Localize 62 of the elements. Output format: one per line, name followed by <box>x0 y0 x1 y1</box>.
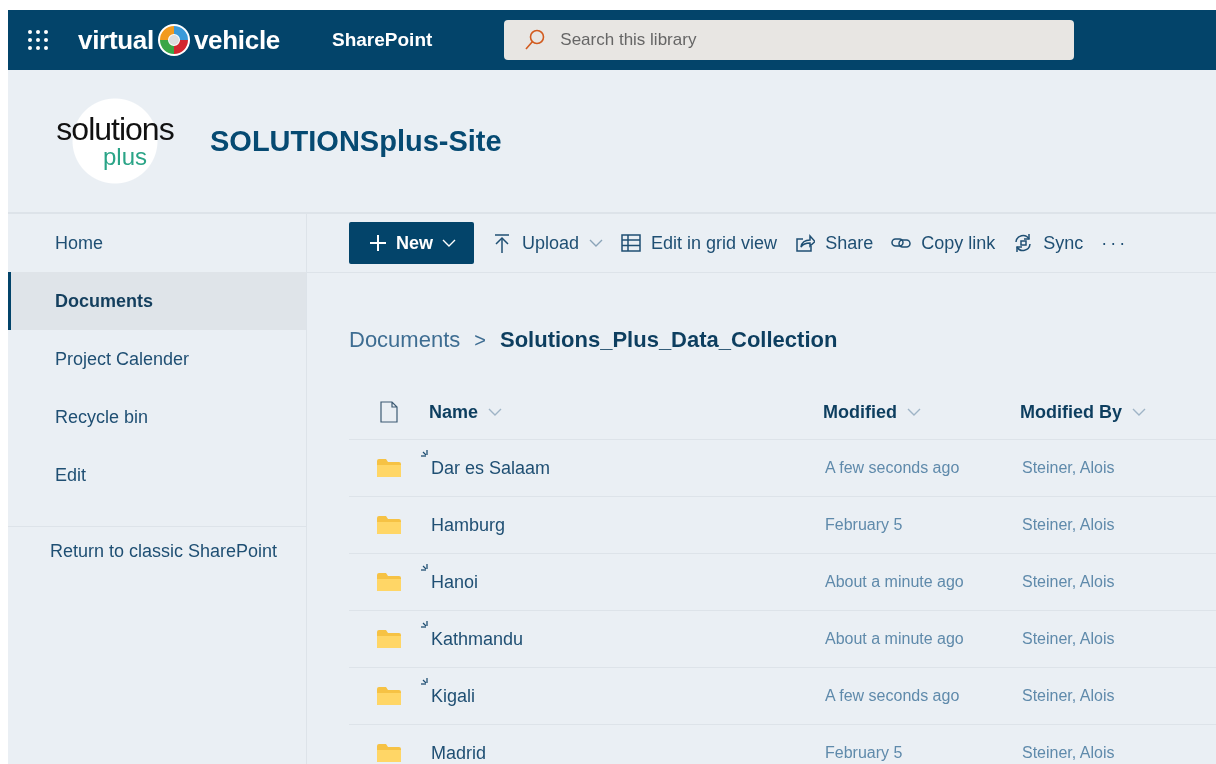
chevron-down-icon <box>442 239 456 247</box>
modified-date: February 5 <box>825 744 903 761</box>
nav-item[interactable]: Documents <box>8 272 306 330</box>
modified-date: About a minute ago <box>825 630 964 647</box>
sync-icon <box>1013 233 1034 253</box>
brand-name[interactable]: virtual <box>78 24 154 56</box>
search-icon <box>524 29 547 51</box>
sync-button[interactable]: Sync <box>1013 232 1084 254</box>
site-title[interactable]: SOLUTIONSplus-Site <box>210 124 502 158</box>
column-header[interactable]: Modified <box>823 401 921 423</box>
folder-name-link[interactable]: Dar es Salaam <box>431 457 551 478</box>
chevron-down-icon <box>488 408 503 416</box>
grid-icon <box>621 233 642 253</box>
link-button[interactable]: Copy link <box>891 232 996 254</box>
folder-icon <box>376 515 402 535</box>
modified-date: A few seconds ago <box>825 459 960 476</box>
folder-icon <box>376 458 402 478</box>
folder-name-link[interactable]: Madrid <box>431 742 487 763</box>
nav-item[interactable]: Recycle bin <box>8 388 306 446</box>
search-field[interactable]: Search this library <box>504 20 1075 60</box>
nav-item[interactable]: Edit <box>8 446 306 504</box>
upload-button[interactable]: Upload <box>492 232 604 254</box>
file-type-icon <box>380 401 398 423</box>
folder-name-link[interactable]: Kigali <box>431 685 476 706</box>
plus-icon <box>369 234 387 252</box>
more-button[interactable]: ··· <box>1101 232 1129 254</box>
grid-button[interactable]: Edit in grid view <box>621 232 778 254</box>
chevron-down-icon <box>589 239 604 247</box>
column-header[interactable]: Name <box>429 401 503 423</box>
new-button[interactable]: New <box>349 222 474 264</box>
modified-date: A few seconds ago <box>825 687 960 704</box>
chevron-down-icon <box>1132 408 1146 416</box>
folder-icon <box>376 572 402 592</box>
modified-by: Steiner, Alois <box>1022 516 1115 533</box>
modified-by: Steiner, Alois <box>1022 744 1115 761</box>
folder-name-link[interactable]: Hamburg <box>431 514 506 535</box>
modified-date: About a minute ago <box>825 573 964 590</box>
modified-by: Steiner, Alois <box>1022 630 1115 647</box>
brand-name[interactable]: vehicle <box>193 24 280 56</box>
nav-item[interactable]: Project Calender <box>8 330 306 388</box>
breadcrumb-link[interactable]: Documents <box>349 327 461 353</box>
folder-icon <box>376 743 402 763</box>
app-name[interactable]: SharePoint <box>332 29 433 51</box>
app-launcher-icon[interactable] <box>27 29 49 51</box>
column-header[interactable]: Modified By <box>1020 401 1146 423</box>
nav-item[interactable]: Home <box>8 214 306 272</box>
share-button[interactable]: Share <box>795 232 874 254</box>
folder-icon <box>376 629 402 649</box>
modified-by: Steiner, Alois <box>1022 687 1115 704</box>
folder-name-link[interactable]: Hanoi <box>431 571 479 592</box>
folder-icon <box>376 686 402 706</box>
ring-logo-icon <box>156 23 191 57</box>
modified-by: Steiner, Alois <box>1022 573 1115 590</box>
breadcrumb-separator: > <box>474 328 486 352</box>
upload-icon <box>492 233 512 253</box>
classic-link[interactable]: Return to classic SharePoint <box>50 540 278 562</box>
modified-by: Steiner, Alois <box>1022 459 1115 476</box>
breadcrumb-current[interactable]: Solutions_Plus_Data_Collection <box>499 327 838 353</box>
share-icon <box>795 233 816 253</box>
chevron-down-icon <box>907 408 921 416</box>
modified-date: February 5 <box>825 516 903 533</box>
folder-name-link[interactable]: Kathmandu <box>431 628 524 649</box>
